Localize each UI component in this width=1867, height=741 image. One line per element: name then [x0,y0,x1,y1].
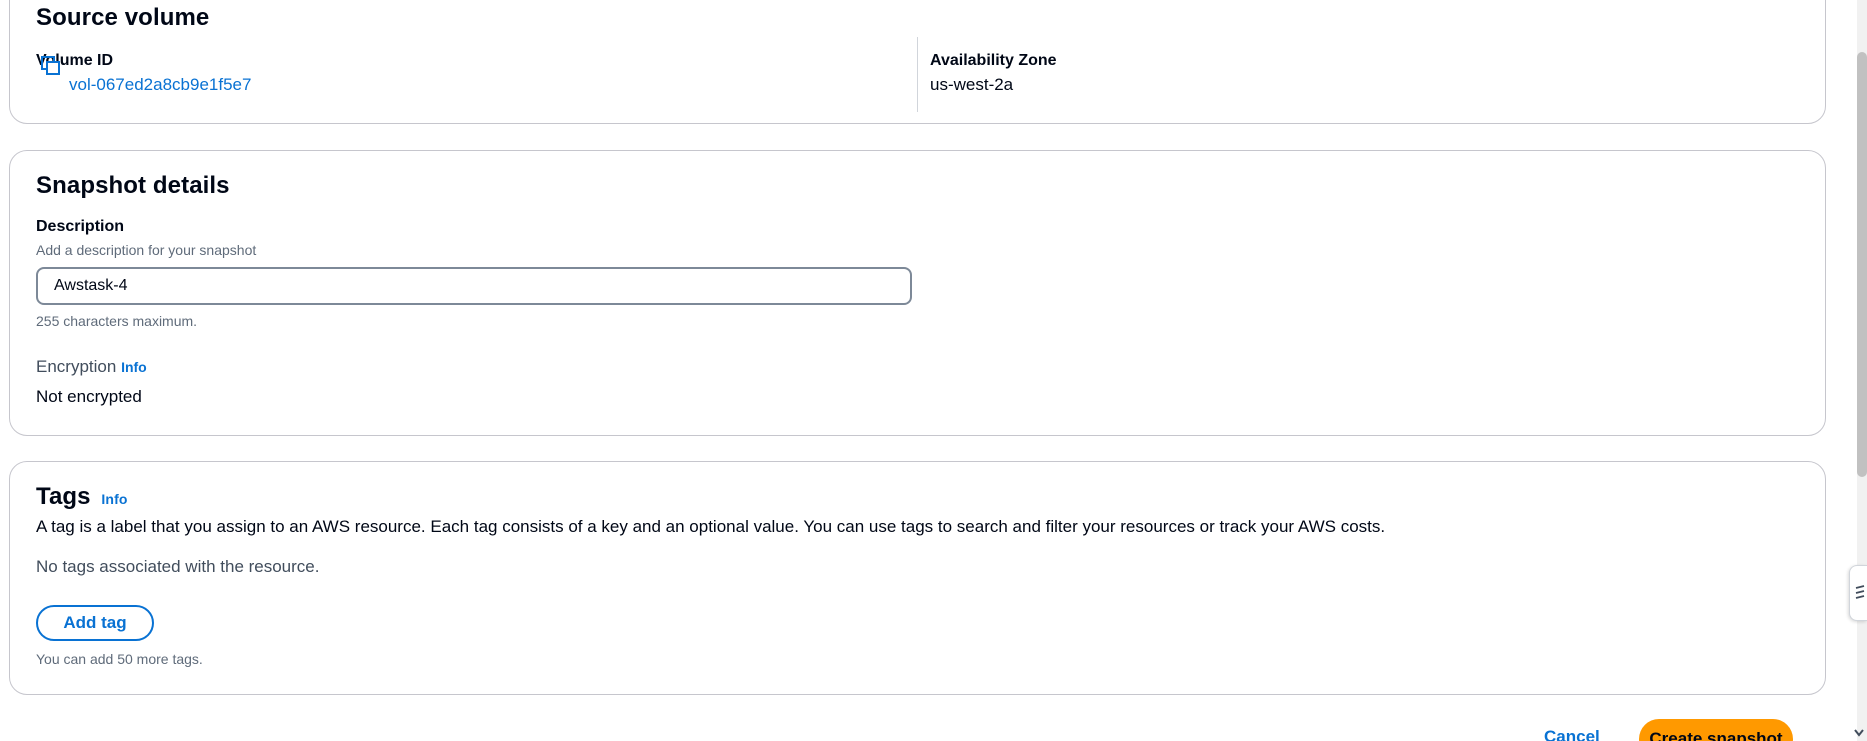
create-snapshot-page: Source volume Volume ID vol-067ed2a8cb9e… [0,0,1867,741]
copy-icon[interactable] [40,55,62,77]
tags-title: Tags [36,483,91,510]
chevron-down-icon[interactable] [1853,728,1865,738]
tags-limit-text: You can add 50 more tags. [36,651,203,667]
cancel-button[interactable]: Cancel [1534,723,1610,741]
description-input[interactable] [36,267,912,305]
encryption-label-row: Encryption Info [36,357,147,377]
scrollbar-thumb[interactable] [1857,52,1867,477]
add-tag-button[interactable]: Add tag [36,605,154,641]
feedback-tab[interactable] [1849,565,1867,621]
encryption-label: Encryption [36,357,117,376]
snapshot-details-panel: Snapshot details Description Add a descr… [9,150,1826,436]
tags-info-link[interactable]: Info [101,491,127,507]
encryption-value: Not encrypted [36,387,142,406]
availability-zone-value: us-west-2a [930,75,1014,94]
snapshot-details-title: Snapshot details [36,172,230,199]
tags-empty-text: No tags associated with the resource. [36,557,320,576]
source-volume-panel: Source volume Volume ID vol-067ed2a8cb9e… [9,0,1826,124]
feedback-icon [1855,585,1865,599]
source-volume-title: Source volume [36,4,210,31]
description-hint: Add a description for your snapshot [36,242,257,258]
tags-title-row: Tags Info [36,483,127,511]
tags-description: A tag is a label that you assign to an A… [36,517,1386,536]
tags-panel: Tags Info A tag is a label that you assi… [9,461,1826,695]
create-snapshot-button[interactable]: Create snapshot [1639,719,1793,741]
encryption-info-link[interactable]: Info [121,359,147,375]
description-constraint: 255 characters maximum. [36,313,198,329]
availability-zone-label: Availability Zone [930,52,1057,69]
column-divider [917,37,918,112]
scrollbar-track[interactable] [1857,0,1867,741]
volume-id-link[interactable]: vol-067ed2a8cb9e1f5e7 [69,75,251,95]
description-label: Description [36,218,125,235]
